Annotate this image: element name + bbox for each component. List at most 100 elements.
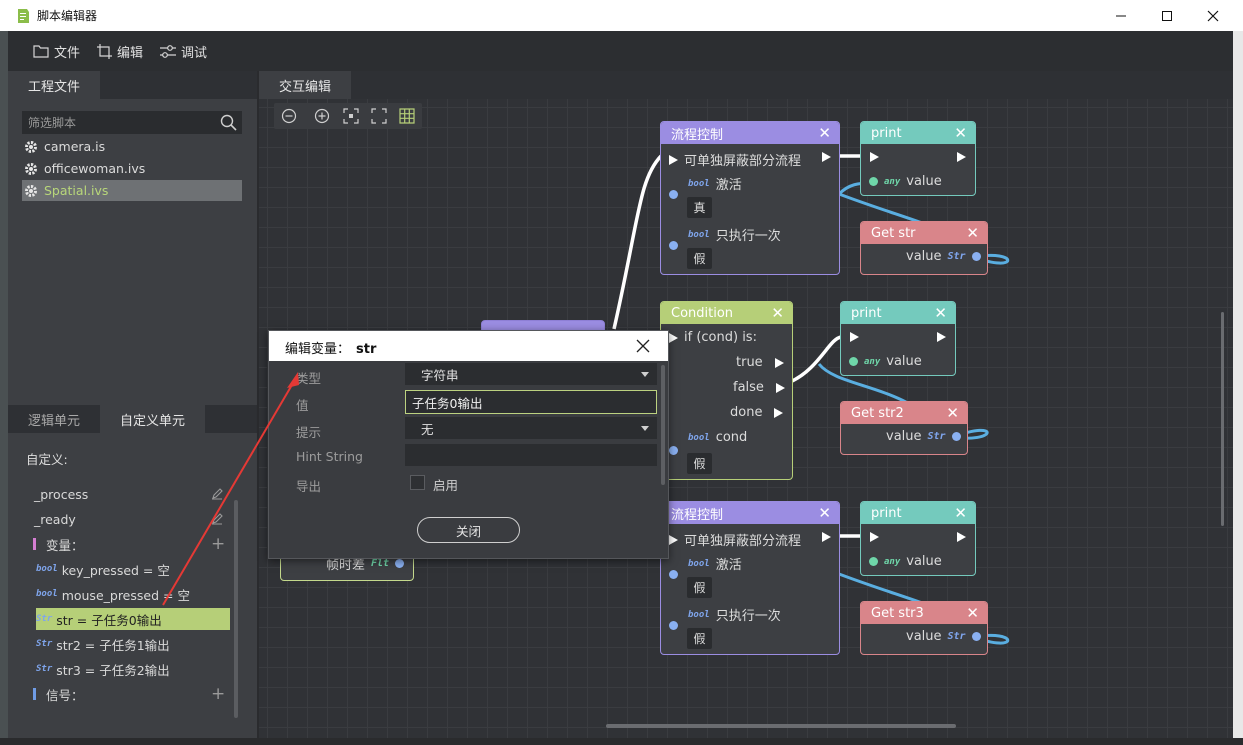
variable-item[interactable]: Str str3 = 子任务2输出	[36, 658, 229, 680]
unit-scrollbar[interactable]	[234, 500, 238, 718]
close-icon[interactable]: ✕	[954, 504, 967, 522]
exec-out-port[interactable]	[774, 407, 784, 418]
menu-edit[interactable]: 编辑	[97, 41, 143, 61]
close-icon[interactable]: ✕	[954, 124, 967, 142]
close-icon[interactable]: ✕	[771, 304, 784, 322]
exec-in-port[interactable]	[870, 532, 879, 542]
dialog-header[interactable]: 编辑变量： str	[269, 331, 668, 361]
menu-file[interactable]: 文件	[33, 41, 80, 61]
output-port[interactable]	[395, 559, 405, 568]
dialog-scrollbar[interactable]	[661, 365, 665, 485]
print-node[interactable]: print ✕ any value	[840, 301, 956, 376]
minimize-button[interactable]	[1098, 0, 1144, 31]
exec-in-port[interactable]	[669, 154, 678, 165]
file-item-camera[interactable]: camera.is	[22, 136, 242, 157]
close-window-button[interactable]	[1190, 0, 1236, 31]
node-header[interactable]: print ✕	[861, 122, 975, 144]
pencil-icon[interactable]	[211, 488, 223, 500]
exec-out-port[interactable]	[822, 152, 831, 162]
close-icon[interactable]	[635, 338, 651, 354]
exec-in-port[interactable]	[669, 332, 678, 343]
node-header[interactable]: print ✕	[861, 502, 975, 524]
filter-input[interactable]	[28, 115, 208, 131]
node-header[interactable]: Get str2 ✕	[841, 402, 967, 424]
exec-out-port[interactable]	[775, 382, 785, 393]
input-port[interactable]	[669, 570, 678, 579]
input-port[interactable]	[669, 190, 678, 199]
horizontal-scrollbar[interactable]	[606, 724, 956, 728]
node-header[interactable]: Get str ✕	[861, 222, 987, 244]
node-header[interactable]: 流程控制 ✕	[661, 122, 839, 144]
maximize-button[interactable]	[1144, 0, 1190, 31]
close-icon[interactable]: ✕	[818, 504, 831, 522]
activate-value[interactable]: 假	[687, 577, 712, 598]
close-icon[interactable]: ✕	[934, 304, 947, 322]
type-select[interactable]: 字符串	[405, 363, 657, 385]
output-port[interactable]	[951, 432, 961, 441]
add-variable-icon[interactable]: +	[211, 536, 225, 553]
condition-node[interactable]: Condition ✕ if (cond) is: true false don…	[660, 301, 793, 480]
input-port[interactable]	[669, 241, 678, 250]
pencil-icon[interactable]	[211, 513, 223, 525]
once-value[interactable]: 假	[687, 248, 712, 269]
tab-project-files[interactable]: 工程文件	[8, 71, 100, 99]
exec-out-port[interactable]	[822, 532, 831, 542]
function-item-ready[interactable]: _ready	[34, 508, 76, 530]
exec-in-port[interactable]	[850, 332, 859, 342]
zoom-in-icon[interactable]	[314, 108, 330, 124]
value-input[interactable]	[405, 390, 657, 414]
exec-out-port[interactable]	[937, 332, 946, 342]
close-icon[interactable]: ✕	[946, 404, 959, 422]
add-signal-icon[interactable]: +	[211, 686, 225, 703]
activate-value[interactable]: 真	[687, 197, 712, 218]
function-item-process[interactable]: _process	[34, 483, 88, 505]
output-port[interactable]	[971, 632, 981, 641]
once-value[interactable]: 假	[687, 628, 712, 649]
input-port[interactable]	[869, 557, 878, 566]
exec-out-port[interactable]	[957, 152, 966, 162]
fit-view-icon[interactable]	[371, 108, 387, 124]
grid-toggle-icon[interactable]	[399, 108, 415, 124]
variable-item[interactable]: Str str2 = 子任务1输出	[36, 633, 229, 655]
input-port[interactable]	[869, 177, 878, 186]
variable-item-selected[interactable]: Str str = 子任务0输出	[36, 608, 230, 630]
input-port[interactable]	[669, 446, 678, 455]
input-port[interactable]	[669, 621, 678, 630]
node-header[interactable]: 流程控制 ✕	[661, 502, 839, 524]
file-item-officewoman[interactable]: officewoman.ivs	[22, 158, 242, 179]
node-header[interactable]: Get str3 ✕	[861, 602, 987, 624]
print-node[interactable]: print ✕ any value	[860, 121, 976, 196]
tab-interaction-edit[interactable]: 交互编辑	[259, 71, 351, 99]
get-str3-node[interactable]: Get str3 ✕ value Str	[860, 601, 988, 655]
exec-in-port[interactable]	[669, 534, 678, 545]
node-header[interactable]: Condition ✕	[661, 302, 792, 324]
close-icon[interactable]: ✕	[966, 224, 979, 242]
print-node[interactable]: print ✕ any value	[860, 501, 976, 576]
tab-custom-units[interactable]: 自定义单元	[100, 405, 205, 433]
node-header[interactable]: print ✕	[841, 302, 955, 324]
variable-item[interactable]: bool mouse_pressed = 空	[36, 583, 229, 605]
export-checkbox[interactable]	[410, 475, 425, 490]
close-button[interactable]: 关闭	[417, 517, 520, 543]
file-item-spatial[interactable]: Spatial.ivs	[22, 180, 242, 201]
tab-logic-units[interactable]: 逻辑单元	[8, 405, 100, 433]
close-icon[interactable]: ✕	[966, 604, 979, 622]
zoom-reset-icon[interactable]	[343, 108, 359, 124]
exec-out-port[interactable]	[774, 357, 784, 368]
cond-value[interactable]: 假	[687, 453, 712, 474]
hint-string-input[interactable]	[405, 444, 657, 466]
close-icon[interactable]: ✕	[818, 124, 831, 142]
vertical-scrollbar[interactable]	[1221, 312, 1224, 526]
flow-control-node[interactable]: 流程控制 ✕ 可单独屏蔽部分流程 bool 激活 真 bool 只执行一次 假	[660, 121, 840, 275]
input-port[interactable]	[849, 357, 858, 366]
variable-item[interactable]: bool key_pressed = 空	[36, 558, 229, 580]
zoom-out-icon[interactable]	[281, 108, 297, 124]
search-icon[interactable]	[220, 114, 237, 131]
menu-debug[interactable]: 调试	[160, 41, 207, 61]
exec-in-port[interactable]	[870, 152, 879, 162]
get-str2-node[interactable]: Get str2 ✕ value Str	[840, 401, 968, 455]
flow-control-node[interactable]: 流程控制 ✕ 可单独屏蔽部分流程 bool 激活 假 bool 只执行一次 假	[660, 501, 840, 655]
exec-out-port[interactable]	[957, 532, 966, 542]
get-str-node[interactable]: Get str ✕ value Str	[860, 221, 988, 275]
output-port[interactable]	[971, 252, 981, 261]
